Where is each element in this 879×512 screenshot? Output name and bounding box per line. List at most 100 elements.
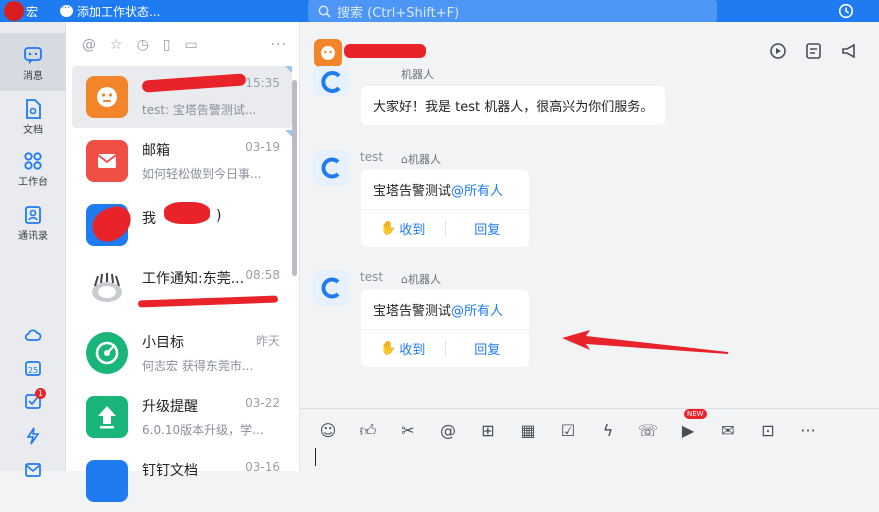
message-text: 宝塔告警测试 [373, 184, 452, 199]
conversation-time: 03-22 [245, 396, 280, 410]
calendar-icon[interactable]: ▦ [518, 421, 538, 441]
more-icon[interactable]: ··· [798, 421, 818, 441]
conversation-title: 升级提醒 [142, 399, 198, 415]
apps-icon[interactable]: ⊡ [758, 421, 778, 441]
notes-icon[interactable] [805, 42, 823, 60]
robot-tag: ⌂机器人 [401, 273, 441, 286]
reply-button[interactable]: 回复 [446, 219, 530, 238]
reply-label: 回复 [474, 343, 501, 358]
acknowledge-button[interactable]: ✋ 收到 [361, 219, 445, 238]
message-actions: ✋ 收到 回复 [361, 209, 529, 247]
conversation-title-suffix: ) [216, 208, 222, 224]
list-item[interactable]: 升级提醒 03-22 6.0.10版本升级，学... [72, 386, 292, 448]
city-emblem-icon [92, 273, 122, 302]
at-mention-icon[interactable]: @ [82, 37, 96, 53]
conversation-preview: test: 宝塔告警测试... [142, 103, 257, 117]
history-icon[interactable] [838, 3, 854, 19]
user-avatar[interactable] [4, 1, 24, 21]
list-item[interactable]: 工作通知:东莞... 08:58 [72, 258, 292, 320]
conversation-preview: 何志宏 获得东莞市... [142, 359, 254, 373]
message-text: 大家好！我是 test 机器人，很高兴为你们服务。 [373, 100, 654, 115]
conversation-title: 我 [142, 211, 156, 227]
todo-nav[interactable]: 1 [24, 388, 46, 410]
emoji-icon[interactable]: ☺ [318, 421, 338, 441]
search-input[interactable]: 搜索 (Ctrl+Shift+F) [308, 0, 717, 22]
message-bubble[interactable]: 宝塔告警测试@所有人 ✋ 收到 回复 [361, 170, 529, 247]
search-icon [318, 5, 331, 18]
chat-header [300, 22, 879, 76]
mail-icon[interactable] [24, 462, 42, 478]
work-status-button[interactable]: 添加工作状态... [60, 1, 160, 20]
nav-messages[interactable]: 消息 [0, 33, 66, 91]
todo-badge: 1 [35, 388, 46, 399]
announcement-icon[interactable] [841, 42, 859, 60]
conversation-time: 03-19 [245, 140, 280, 154]
folder-add-icon[interactable]: ⊞ [478, 421, 498, 441]
redaction-mark [344, 44, 426, 58]
list-scrollbar[interactable] [292, 80, 297, 276]
robot-avatar [86, 76, 128, 118]
nav-documents-label: 文档 [23, 125, 43, 136]
file-icon[interactable]: ▭ [185, 37, 198, 53]
lightning-icon[interactable] [25, 427, 41, 445]
nav-workbench[interactable]: 工作台 [0, 143, 66, 197]
reply-button[interactable]: 回复 [446, 339, 530, 358]
calendar-icon[interactable]: 25 [24, 359, 42, 377]
thumbs-up-icon[interactable]: 👍︎ [358, 421, 378, 441]
reply-label: 回复 [474, 223, 501, 238]
conversation-title: 小目标 [142, 335, 184, 351]
message-bubble[interactable]: 宝塔告警测试@所有人 ✋ 收到 回复 [361, 290, 529, 367]
text-input-cursor[interactable] [315, 448, 316, 466]
conversation-time: 03-16 [245, 460, 280, 474]
robot-tag-label: 机器人 [407, 273, 441, 286]
acknowledge-button[interactable]: ✋ 收到 [361, 339, 445, 358]
left-nav-rail: 消息 文档 工作台 通讯录 25 1 [0, 22, 66, 477]
work-notice-avatar [86, 268, 128, 310]
list-item[interactable]: 15:35 test: 宝塔告警测试... [72, 66, 292, 128]
message-body: 宝塔告警测试@所有人 [361, 290, 529, 329]
conversation-list: @ ☆ ◷ ▯ ▭ ··· 15:35 test: 宝塔告警测试... 邮箱 0… [66, 22, 300, 502]
list-item[interactable]: 邮箱 03-19 如何轻松做到今日事... [72, 130, 292, 192]
thumbs-up-icon: ✋ [380, 221, 397, 236]
task-check-icon[interactable]: ☑ [558, 421, 578, 441]
envelope-icon [97, 154, 117, 168]
lightning-icon[interactable]: ϟ [598, 421, 618, 441]
bot-avatar [313, 150, 349, 186]
header-actions [769, 42, 859, 60]
live-video-icon[interactable]: ▶ NEW [678, 408, 707, 441]
upload-arrow-icon [98, 406, 116, 429]
phone-call-icon[interactable]: ☏ [638, 421, 658, 441]
mention-all[interactable]: @所有人 [451, 184, 503, 199]
mail-icon[interactable]: ✉ [718, 421, 738, 441]
cloud-icon[interactable] [24, 326, 42, 344]
conversation-time: 昨天 [255, 334, 280, 348]
message-bubble[interactable]: 大家好！我是 test 机器人，很高兴为你们服务。 [361, 86, 666, 125]
mention-all[interactable]: @所有人 [451, 304, 503, 319]
bot-avatar [313, 270, 349, 306]
list-item[interactable]: 钉钉文档 03-16 [72, 450, 292, 512]
nav-contacts[interactable]: 通讯录 [0, 197, 66, 251]
more-icon[interactable]: ··· [271, 37, 287, 53]
list-item[interactable]: 小目标 昨天 何志宏 获得东莞市... [72, 322, 292, 384]
annotation-arrow [562, 330, 728, 354]
scissors-icon[interactable]: ✂ [398, 421, 418, 441]
clock-icon[interactable]: ◷ [137, 37, 149, 53]
conversation-title: 钉钉文档 [142, 463, 198, 479]
message-actions: ✋ 收到 回复 [361, 329, 529, 367]
bookmark-icon[interactable]: ▯ [163, 37, 171, 53]
conversation-time: 08:58 [245, 268, 280, 282]
target-icon [95, 341, 119, 365]
sender-name: test [360, 150, 384, 164]
star-icon[interactable]: ☆ [110, 37, 123, 53]
user-name: 宏 [26, 4, 39, 19]
upgrade-avatar [86, 396, 128, 438]
replay-icon[interactable] [769, 42, 787, 60]
bot-logo-icon [321, 277, 340, 299]
nav-documents[interactable]: 文档 [0, 91, 66, 143]
robot-tag: ⌂机器人 [401, 153, 441, 166]
at-mention-icon[interactable]: @ [438, 421, 458, 441]
top-bar: 宏 添加工作状态... 搜索 (Ctrl+Shift+F) [0, 0, 879, 22]
unread-corner-marker [285, 66, 292, 73]
mailbox-avatar [86, 140, 128, 182]
bot-logo-icon [321, 71, 341, 93]
